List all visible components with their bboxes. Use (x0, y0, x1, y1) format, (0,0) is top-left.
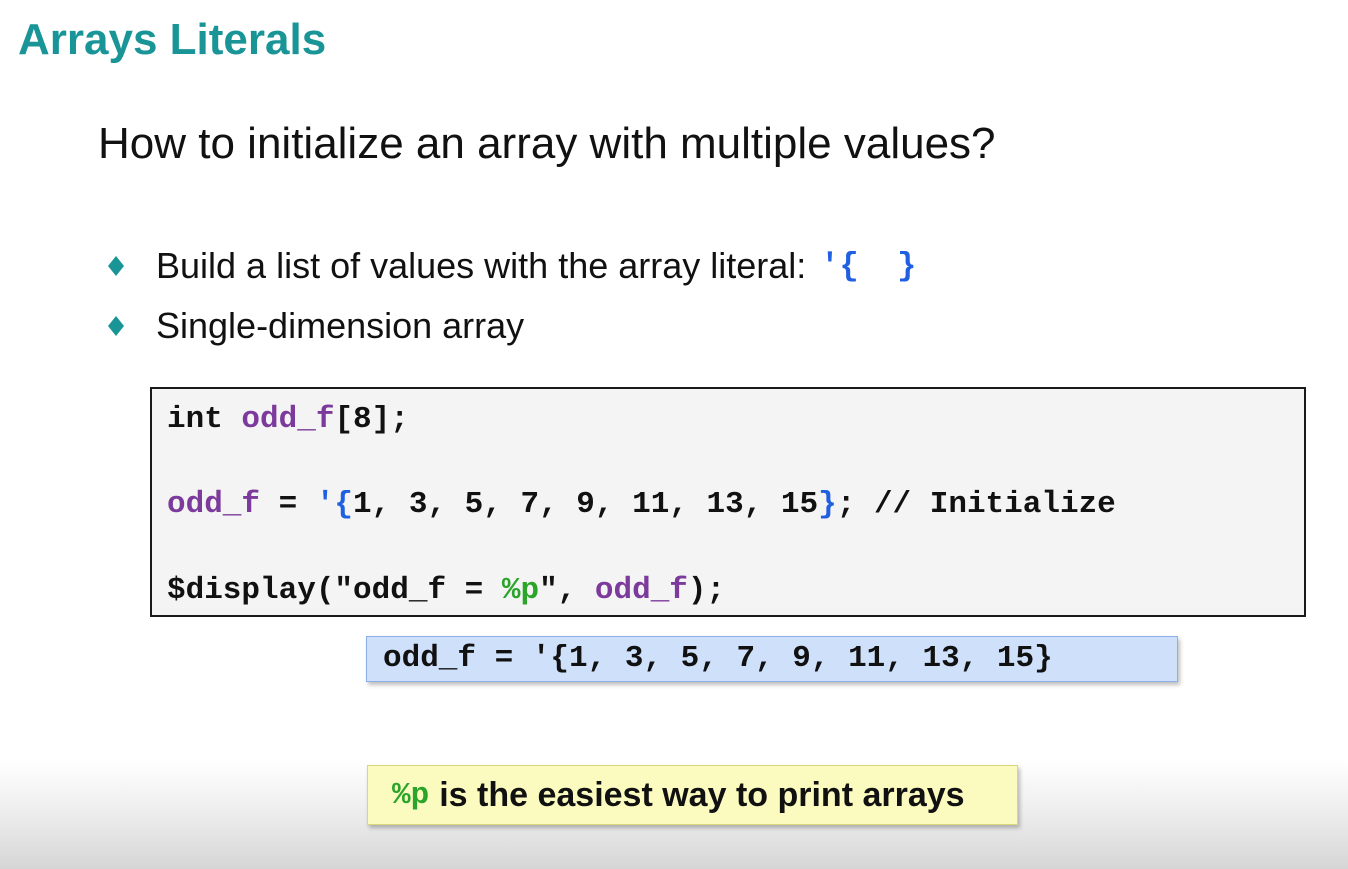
bullet-text: Single-dimension array (156, 305, 525, 346)
code-text: = (260, 487, 316, 522)
bullet-item-array-literal: Build a list of values with the array li… (100, 236, 916, 296)
code-text: [8]; (334, 402, 409, 437)
slide-title: Arrays Literals (18, 15, 327, 64)
note-callout: %p is the easiest way to print arrays (367, 765, 1018, 825)
note-format-spec: %p (392, 777, 430, 813)
code-values: 1, 3, 5, 7, 9, 11, 13, 15 (353, 487, 819, 522)
output-box: odd_f = '{1, 3, 5, 7, 9, 11, 13, 15} (366, 636, 1178, 682)
diamond-icon (108, 316, 124, 336)
code-variable: odd_f (167, 487, 261, 522)
code-format-spec: %p (501, 573, 540, 608)
diamond-icon (108, 256, 124, 276)
code-line-initialize: odd_f = '{1, 3, 5, 7, 9, 11, 13, 15}; //… (167, 487, 1116, 523)
code-block: int odd_f[8]; odd_f = '{1, 3, 5, 7, 9, 1… (150, 387, 1306, 617)
code-comment: ; // Initialize (836, 487, 1116, 522)
bullet-text: Build a list of values with the array li… (156, 245, 807, 286)
code-function: $display("odd_f = (167, 573, 502, 608)
code-line-declaration: int odd_f[8]; (167, 402, 409, 438)
code-literal-open: '{ (315, 487, 354, 522)
code-line-display: $display("odd_f = %p", odd_f); (167, 573, 725, 609)
code-literal-close: } (818, 487, 837, 522)
code-text: ); (687, 573, 726, 608)
array-literal-code: '{ } (820, 247, 917, 285)
code-variable: odd_f (241, 402, 335, 437)
question-heading: How to initialize an array with multiple… (98, 119, 996, 168)
code-variable: odd_f (594, 573, 688, 608)
code-keyword: int (167, 402, 242, 437)
note-text: is the easiest way to print arrays (439, 775, 965, 814)
bullet-list: Build a list of values with the array li… (100, 236, 916, 356)
code-text: ", (539, 573, 595, 608)
bullet-item-single-dimension: Single-dimension array (100, 296, 916, 356)
